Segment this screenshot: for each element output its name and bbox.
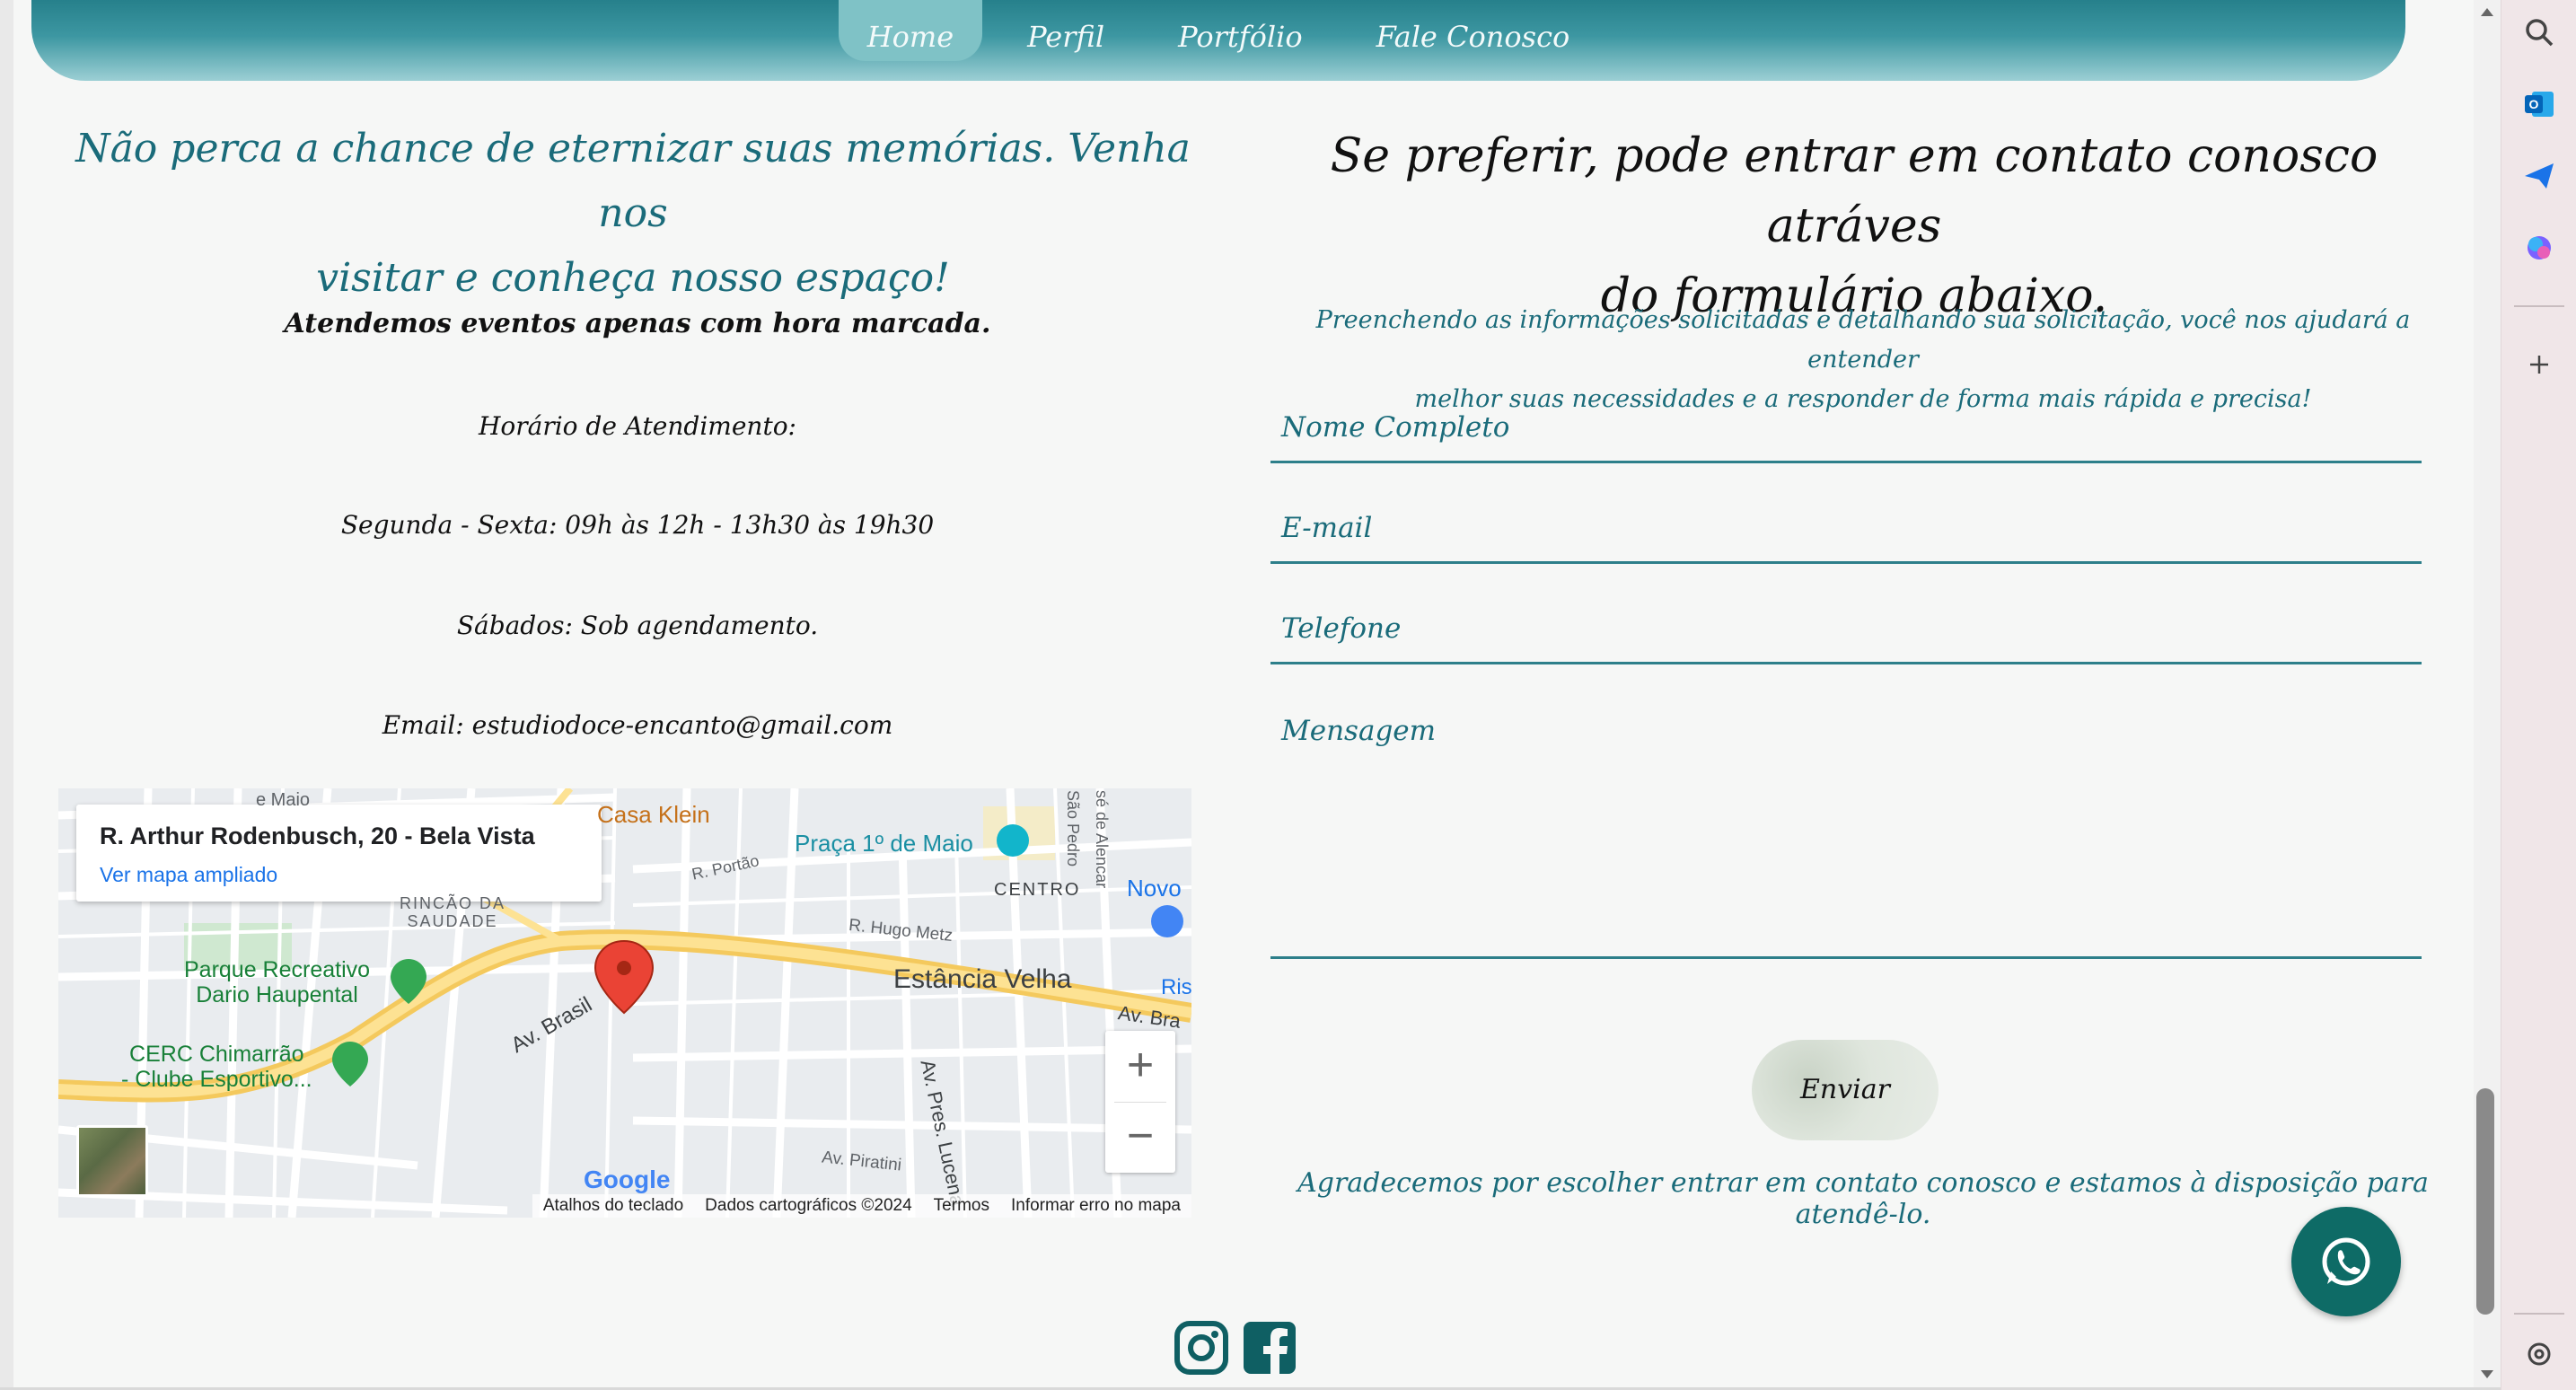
map-footer: Atalhos do teclado Dados cartográficos ©… xyxy=(532,1194,1191,1218)
email-field[interactable]: E-mail xyxy=(1270,512,2422,564)
map-label-parque-line1: Parque Recreativo xyxy=(184,957,371,982)
map-keyboard-shortcuts[interactable]: Atalhos do teclado xyxy=(543,1194,683,1218)
phone-field[interactable]: Telefone xyxy=(1270,612,2422,664)
contact-email: Email: estudiodoce-encanto@gmail.com xyxy=(382,710,893,740)
google-map[interactable]: R. Arthur Rodenbusch, 20 - Bela Vista Ve… xyxy=(58,788,1191,1218)
map-label-jose-alencar: sé de Alencar xyxy=(1093,790,1111,889)
map-label-sao-pedro: São Pedro xyxy=(1064,790,1082,867)
form-heading: Se preferir, pode entrar em contato cono… xyxy=(1270,121,2438,331)
map-label-centro: CENTRO xyxy=(994,880,1081,900)
map-label-cerc: CERC Chimarrão - Clube Esportivo... xyxy=(121,1042,312,1092)
sidebar-divider xyxy=(2514,305,2564,307)
top-navbar: Home Perfil Portfólio Fale Conosco xyxy=(31,0,2405,81)
scrollbar-thumb[interactable] xyxy=(2476,1088,2494,1315)
message-field[interactable]: Mensagem xyxy=(1270,715,2422,959)
whatsapp-icon xyxy=(2322,1237,2370,1286)
saturday-hours: Sábados: Sob agendamento. xyxy=(456,611,819,640)
weekday-hours: Segunda - Sexta: 09h às 12h - 13h30 às 1… xyxy=(340,510,935,540)
satellite-toggle[interactable] xyxy=(76,1125,148,1197)
nav-home[interactable]: Home xyxy=(838,0,983,61)
map-label-saudade-line: SAUDADE xyxy=(407,912,498,930)
left-heading-line1: Não perca a chance de eternizar suas mem… xyxy=(75,126,1191,236)
sidebar-divider-bottom xyxy=(2514,1313,2564,1315)
map-label-cerc-line1: CERC Chimarrão xyxy=(129,1042,304,1067)
nav-fale-conosco[interactable]: Fale Conosco xyxy=(1348,0,1599,61)
nav-perfil[interactable]: Perfil xyxy=(998,0,1133,61)
events-note: Atendemos eventos apenas com hora marcad… xyxy=(284,308,991,339)
facebook-icon[interactable] xyxy=(1242,1320,1297,1379)
map-label-saudade: RINCÃO DA SAUDADE xyxy=(400,894,506,930)
instagram-icon[interactable] xyxy=(1174,1320,1229,1379)
map-report-error[interactable]: Informar erro no mapa xyxy=(1011,1194,1181,1218)
form-description: Preenchendo as informações solicitadas e… xyxy=(1279,301,2447,419)
add-icon[interactable] xyxy=(2519,345,2559,384)
settings-icon[interactable] xyxy=(2519,1334,2559,1374)
svg-text:O: O xyxy=(2529,97,2539,111)
map-label-cerc-line2: - Clube Esportivo... xyxy=(121,1067,312,1092)
thanks-note: Agradecemos por escolher entrar em conta… xyxy=(1297,1167,2429,1230)
send-button[interactable]: Enviar xyxy=(1752,1040,1939,1140)
page: Home Perfil Portfólio Fale Conosco Não p… xyxy=(13,0,2474,1387)
name-field[interactable]: Nome Completo xyxy=(1270,411,2422,463)
map-label-casa-klein: Casa Klein xyxy=(597,801,710,828)
map-address: R. Arthur Rodenbusch, 20 - Bela Vista xyxy=(100,823,535,849)
whatsapp-button[interactable] xyxy=(2291,1207,2401,1316)
map-label-parque-line2: Dario Haupental xyxy=(196,982,358,1007)
scroll-up-icon[interactable] xyxy=(2474,0,2501,27)
left-heading: Não perca a chance de eternizar suas mem… xyxy=(58,117,1208,311)
form-description-line1: Preenchendo as informações solicitadas e… xyxy=(1315,306,2411,374)
map-label-estancia: Estância Velha xyxy=(893,964,1072,994)
zoom-in-button[interactable]: + xyxy=(1105,1031,1175,1102)
google-logo: Google xyxy=(584,1166,671,1193)
hours-label: Horário de Atendimento: xyxy=(478,411,796,441)
map-info-card: R. Arthur Rodenbusch, 20 - Bela Vista Ve… xyxy=(76,805,602,902)
map-zoom-control: + − xyxy=(1105,1031,1175,1173)
map-label-rincao: RINCÃO DA xyxy=(400,894,506,912)
zoom-out-button[interactable]: − xyxy=(1105,1102,1175,1173)
copilot-icon[interactable] xyxy=(2519,228,2559,268)
browser-sidebar: O xyxy=(2501,0,2576,1390)
left-heading-line2: visitar e conheça nosso espaço! xyxy=(316,255,950,301)
map-enlarge-link[interactable]: Ver mapa ampliado xyxy=(100,863,277,887)
form-heading-line1: Se preferir, pode entrar em contato cono… xyxy=(1330,129,2378,253)
scroll-down-icon[interactable] xyxy=(2474,1360,2501,1387)
map-label-praca: Praça 1º de Maio xyxy=(795,830,973,857)
map-label-maio: e Maio xyxy=(256,790,311,810)
map-label-ris: Ris xyxy=(1161,975,1191,999)
search-icon[interactable] xyxy=(2519,13,2559,52)
map-label-novo: Novo xyxy=(1127,875,1182,902)
map-data-credits: Dados cartográficos ©2024 xyxy=(705,1196,912,1215)
map-label-parque: Parque Recreativo Dario Haupental xyxy=(184,957,370,1007)
send-plane-icon[interactable] xyxy=(2519,156,2559,196)
zoom-divider xyxy=(1114,1102,1166,1103)
map-terms[interactable]: Termos xyxy=(934,1194,989,1218)
outlook-icon[interactable]: O xyxy=(2519,84,2559,124)
nav-portfolio[interactable]: Portfólio xyxy=(1149,0,1332,61)
